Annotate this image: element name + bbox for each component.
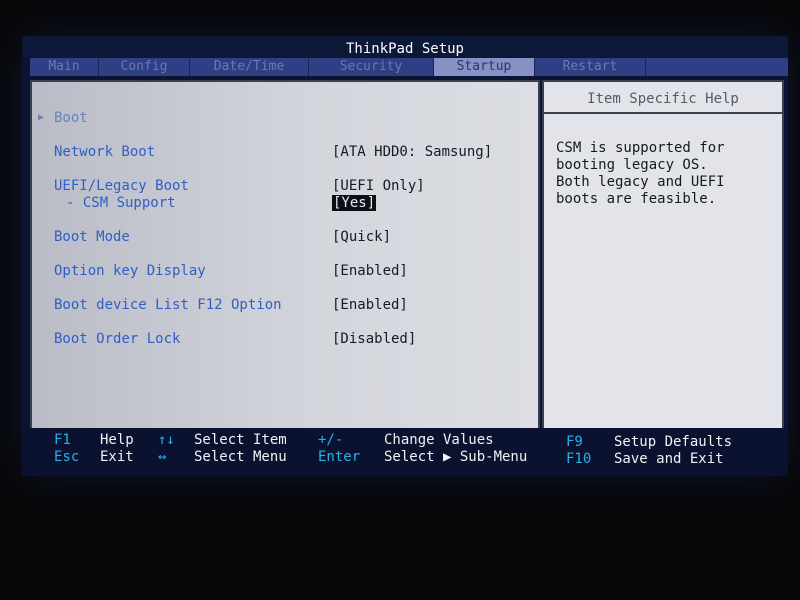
f9-key: F9: [566, 434, 583, 450]
boot-device-list-f12-label[interactable]: Boot device List F12 Option: [54, 297, 282, 313]
up-down-arrows-icon: ↑↓: [158, 432, 175, 448]
esc-key: Esc: [54, 449, 80, 465]
uefi-legacy-boot-label[interactable]: UEFI/Legacy Boot: [54, 178, 189, 194]
f1-key: F1: [54, 432, 71, 448]
key-legend: F1 Help Esc Exit ↑↓ Select Item ↔ Select…: [22, 428, 788, 476]
boot-mode-label[interactable]: Boot Mode: [54, 229, 130, 245]
settings-panel: ▶ Boot Network Boot [ATA HDD0: Samsung] …: [30, 80, 540, 460]
f1-desc: Help: [100, 432, 134, 448]
menu-tabs: Main Config Date/Time Security Startup R…: [30, 58, 788, 76]
help-panel: Item Specific Help CSM is supported for …: [542, 80, 784, 460]
csm-support-value[interactable]: [Yes]: [332, 195, 377, 211]
f10-key: F10: [566, 451, 592, 467]
boot-device-list-f12-value[interactable]: [Enabled]: [332, 297, 408, 313]
esc-desc: Exit: [100, 449, 134, 465]
enter-key: Enter: [318, 449, 361, 465]
left-right-arrows-icon: ↔: [158, 449, 167, 465]
enter-desc: Select ▶ Sub-Menu: [384, 449, 528, 465]
f10-desc: Save and Exit: [614, 451, 724, 467]
help-title: Item Specific Help: [544, 86, 782, 114]
tab-config[interactable]: Config: [99, 58, 190, 76]
tab-security[interactable]: Security: [309, 58, 434, 76]
option-key-display-value[interactable]: [Enabled]: [332, 263, 408, 279]
bios-screen: ThinkPad Setup Main Config Date/Time Sec…: [22, 36, 788, 476]
leftright-desc: Select Menu: [194, 449, 287, 465]
uefi-legacy-boot-value[interactable]: [UEFI Only]: [332, 178, 425, 194]
boot-mode-value[interactable]: [Quick]: [332, 229, 391, 245]
updown-desc: Select Item: [194, 432, 287, 448]
boot-order-lock-value[interactable]: [Disabled]: [332, 331, 416, 347]
submenu-arrow-icon: ▶: [38, 112, 45, 123]
app-title: ThinkPad Setup: [22, 36, 788, 58]
boot-order-lock-label[interactable]: Boot Order Lock: [54, 331, 180, 347]
plusminus-key: +/-: [318, 432, 344, 448]
help-text: CSM is supported for booting legacy OS. …: [556, 140, 725, 207]
csm-support-label[interactable]: - CSM Support: [66, 195, 176, 211]
boot-submenu[interactable]: Boot: [54, 110, 88, 126]
plusminus-desc: Change Values: [384, 432, 494, 448]
network-boot-value[interactable]: [ATA HDD0: Samsung]: [332, 144, 492, 160]
network-boot-label[interactable]: Network Boot: [54, 144, 155, 160]
option-key-display-label[interactable]: Option key Display: [54, 263, 206, 279]
tab-startup[interactable]: Startup: [434, 58, 535, 76]
f9-desc: Setup Defaults: [614, 434, 733, 450]
tab-main[interactable]: Main: [30, 58, 99, 76]
tab-date-time[interactable]: Date/Time: [190, 58, 309, 76]
tab-restart[interactable]: Restart: [535, 58, 646, 76]
